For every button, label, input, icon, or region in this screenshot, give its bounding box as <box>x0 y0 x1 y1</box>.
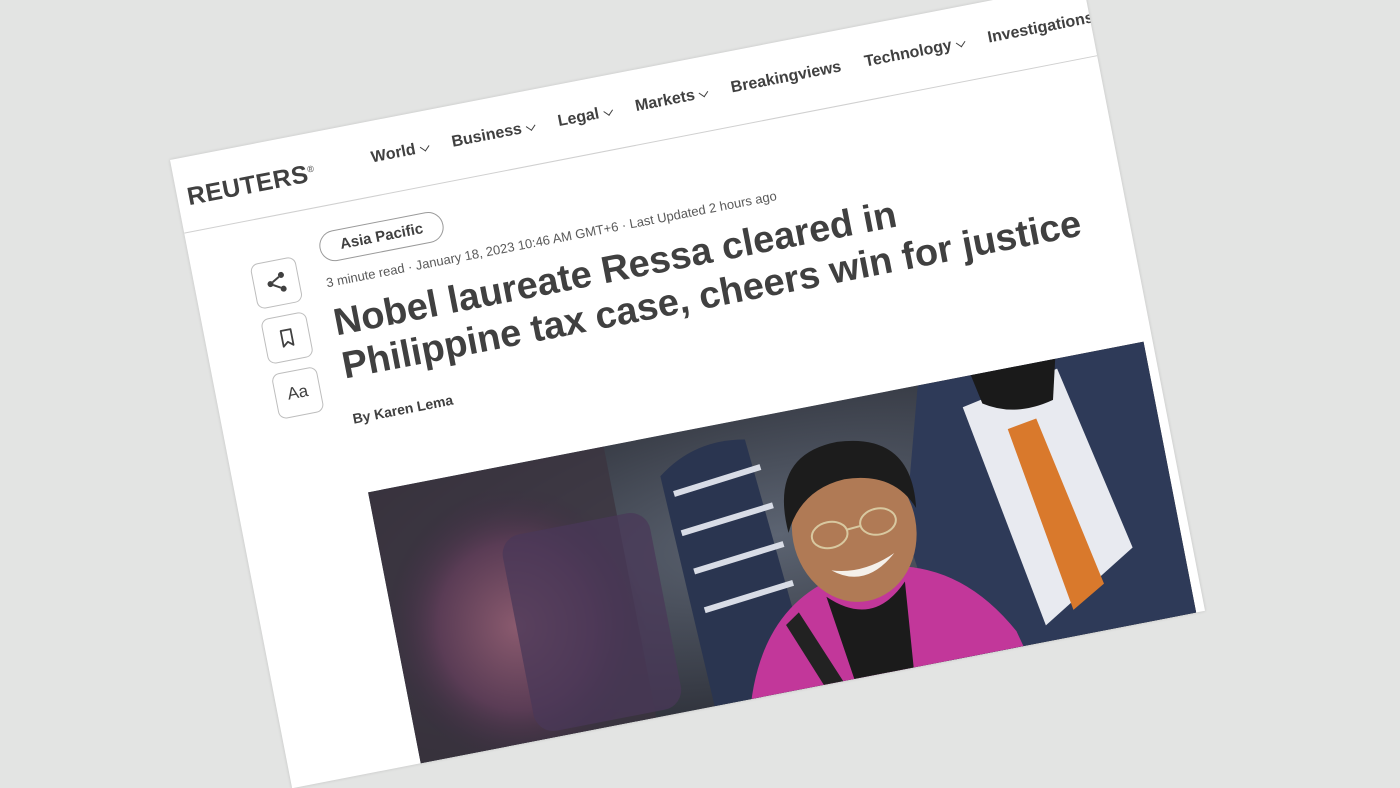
logo-text: REUTERS <box>184 160 311 212</box>
reuters-logo[interactable]: REUTERS® <box>185 159 318 212</box>
share-button[interactable] <box>249 255 304 310</box>
nav-label: Markets <box>633 86 697 116</box>
nav-label: World <box>369 141 418 167</box>
nav-label: Business <box>450 120 524 151</box>
nav-item-world[interactable]: World <box>370 139 430 168</box>
nav-label: Legal <box>556 105 601 131</box>
bookmark-button[interactable] <box>260 310 315 365</box>
nav-item-investigations[interactable]: Investigations <box>986 9 1095 47</box>
nav-label: Investigations <box>986 9 1096 47</box>
text-size-label: Aa <box>285 381 310 404</box>
reuters-article-page: REUTERS® World Business Legal Markets Br… <box>170 0 1206 788</box>
chevron-down-icon <box>603 105 613 116</box>
nav-item-markets[interactable]: Markets <box>634 84 710 116</box>
nav-item-legal[interactable]: Legal <box>556 103 613 131</box>
chevron-down-icon <box>955 37 966 47</box>
chevron-down-icon <box>698 87 709 97</box>
chevron-down-icon <box>525 120 536 131</box>
share-icon <box>267 271 287 292</box>
nav-label: Technology <box>862 36 954 71</box>
logo-registered-mark: ® <box>306 163 316 175</box>
text-size-button[interactable]: Aa <box>270 365 325 420</box>
nav-label: Breakingviews <box>729 58 843 97</box>
nav-item-breakingviews[interactable]: Breakingviews <box>729 58 842 97</box>
bookmark-icon <box>279 328 295 348</box>
article-photo[interactable] <box>368 341 1201 787</box>
screenshot-stage: REUTERS® World Business Legal Markets Br… <box>0 0 1400 788</box>
chevron-down-icon <box>419 141 430 152</box>
article-tools: Aa <box>249 255 325 420</box>
photo-illustration <box>368 341 1201 787</box>
nav-item-technology[interactable]: Technology <box>863 34 966 71</box>
nav-item-business[interactable]: Business <box>450 118 536 152</box>
